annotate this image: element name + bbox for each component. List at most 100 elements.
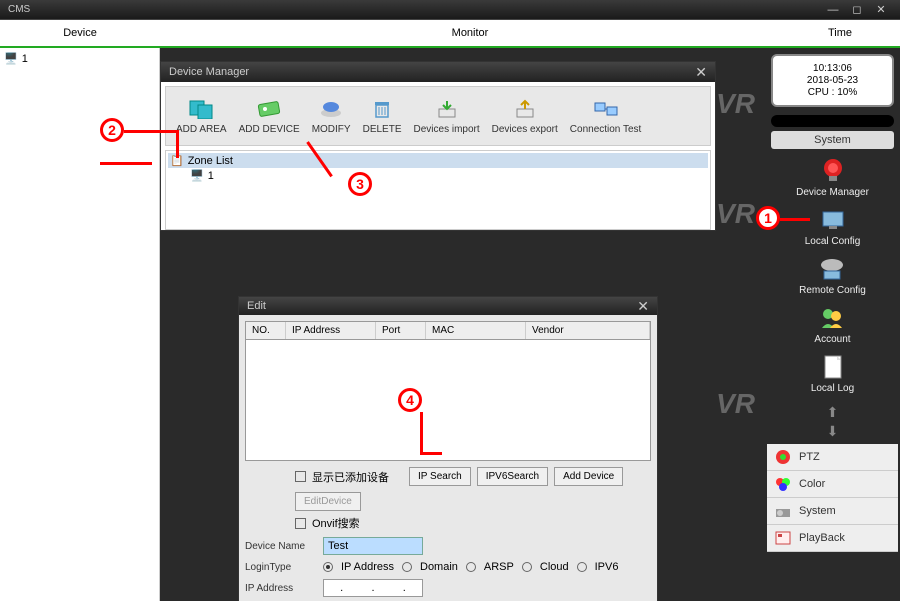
clock-date: 2018-05-23 (779, 75, 886, 86)
ip-search-button[interactable]: IP Search (409, 467, 471, 486)
scroll-down-button[interactable]: ⬇ (827, 423, 839, 440)
local-config-label: Local Config (805, 236, 861, 247)
system-item[interactable]: System (767, 498, 898, 525)
device-manager-item[interactable]: Device Manager (796, 157, 869, 198)
playback-icon (773, 529, 793, 547)
bg-decor: VR (716, 198, 755, 230)
col-vendor[interactable]: Vendor (526, 322, 650, 339)
edit-window: Edit ✕ NO. IP Address Port MAC Vendor 显 (238, 296, 658, 601)
export-label: Devices export (492, 124, 558, 135)
tree-icon: 🖥️ (4, 52, 18, 65)
radio-arsp[interactable] (466, 562, 476, 572)
connection-icon (592, 98, 620, 120)
radio-cloud[interactable] (522, 562, 532, 572)
delete-icon (368, 98, 396, 120)
system-label: System (799, 505, 836, 517)
modify-label: MODIFY (312, 124, 351, 135)
color-item[interactable]: Color (767, 471, 898, 498)
remote-config-label: Remote Config (799, 285, 866, 296)
ip-address-input[interactable]: ... (323, 579, 423, 597)
scroll-up-button[interactable]: ⬆ (827, 404, 839, 421)
col-port[interactable]: Port (376, 322, 426, 339)
add-device-button[interactable]: ADD DEVICE (233, 94, 306, 139)
ptz-item[interactable]: PTZ (767, 444, 898, 471)
remote-config-icon (816, 255, 848, 283)
clock-time: 10:13:06 (779, 63, 886, 74)
ptz-label: PTZ (799, 451, 820, 463)
import-label: Devices import (414, 124, 480, 135)
local-log-item[interactable]: Local Log (811, 353, 854, 394)
add-area-icon (187, 98, 215, 120)
edit-device-button: EditDevice (295, 492, 361, 511)
device-name-input[interactable] (323, 537, 423, 555)
device-grid: NO. IP Address Port MAC Vendor (245, 321, 651, 461)
connection-label: Connection Test (570, 124, 642, 135)
zone-list-item[interactable]: 📋 Zone List (168, 153, 708, 168)
nav-monitor[interactable]: Monitor (160, 20, 780, 46)
account-icon (816, 304, 848, 332)
modify-button[interactable]: MODIFY (306, 94, 357, 139)
color-icon (773, 475, 793, 493)
radio-domain[interactable] (402, 562, 412, 572)
ptz-icon (773, 448, 793, 466)
radio-ip[interactable] (323, 562, 333, 572)
account-item[interactable]: Account (814, 304, 850, 345)
zone-tree: 📋 Zone List 🖥️ 1 (165, 150, 711, 230)
device-name-label: Device Name (245, 541, 315, 552)
radio-cloud-label: Cloud (540, 561, 569, 573)
import-icon (433, 98, 461, 120)
annotation-line (100, 162, 152, 165)
col-no[interactable]: NO. (246, 322, 286, 339)
radio-domain-label: Domain (420, 561, 458, 573)
account-label: Account (814, 334, 850, 345)
devices-import-button[interactable]: Devices import (408, 94, 486, 139)
tree-root-label: 1 (22, 53, 28, 65)
onvif-label: Onvif搜索 (312, 515, 360, 531)
local-log-label: Local Log (811, 383, 854, 394)
remote-config-item[interactable]: Remote Config (799, 255, 866, 296)
ipv6-search-button[interactable]: IPV6Search (477, 467, 548, 486)
local-config-item[interactable]: Local Config (805, 206, 861, 247)
playback-label: PlayBack (799, 532, 845, 544)
ip-address-label: IP Address (245, 583, 315, 594)
show-added-checkbox[interactable] (295, 471, 306, 482)
status-bar (771, 115, 894, 127)
dm-toolbar: ADD AREA ADD DEVICE MODIFY DELETE Device… (165, 86, 711, 146)
nav-time[interactable]: Time (780, 20, 900, 46)
add-device-icon (255, 98, 283, 120)
zone-child-icon: 🖥️ (190, 169, 204, 182)
edit-close-button[interactable]: ✕ (637, 298, 649, 315)
col-ip[interactable]: IP Address (286, 322, 376, 339)
annotation-line (176, 130, 179, 158)
zone-child-item[interactable]: 🖥️ 1 (188, 168, 708, 183)
devices-export-button[interactable]: Devices export (486, 94, 564, 139)
system-icon (773, 502, 793, 520)
tree-root-item[interactable]: 🖥️ 1 (2, 50, 157, 67)
col-mac[interactable]: MAC (426, 322, 526, 339)
annotation-line (124, 130, 176, 133)
annotation-line (780, 218, 810, 221)
minimize-button[interactable]: — (822, 2, 844, 18)
close-button[interactable]: ✕ (870, 2, 892, 18)
annotation-line (420, 452, 442, 455)
maximize-button[interactable]: ◻ (846, 2, 868, 18)
delete-button[interactable]: DELETE (357, 94, 408, 139)
login-type-label: LoginType (245, 562, 315, 573)
edit-title-text: Edit (247, 300, 266, 312)
zone-list-label: Zone List (188, 155, 233, 167)
onvif-checkbox[interactable] (295, 518, 306, 529)
device-manager-label: Device Manager (796, 187, 869, 198)
nav-device[interactable]: Device (0, 20, 160, 46)
dm-close-button[interactable]: ✕ (695, 64, 707, 81)
add-device-grid-button[interactable]: Add Device (554, 467, 623, 486)
playback-item[interactable]: PlayBack (767, 525, 898, 552)
connection-test-button[interactable]: Connection Test (564, 94, 648, 139)
clock-cpu: CPU : 10% (779, 87, 886, 98)
add-area-button[interactable]: ADD AREA (170, 94, 233, 139)
zone-child-label: 1 (208, 170, 214, 182)
radio-ipv6[interactable] (577, 562, 587, 572)
device-manager-icon (817, 157, 849, 185)
local-log-icon (817, 353, 849, 381)
local-config-icon (817, 206, 849, 234)
modify-icon (317, 98, 345, 120)
